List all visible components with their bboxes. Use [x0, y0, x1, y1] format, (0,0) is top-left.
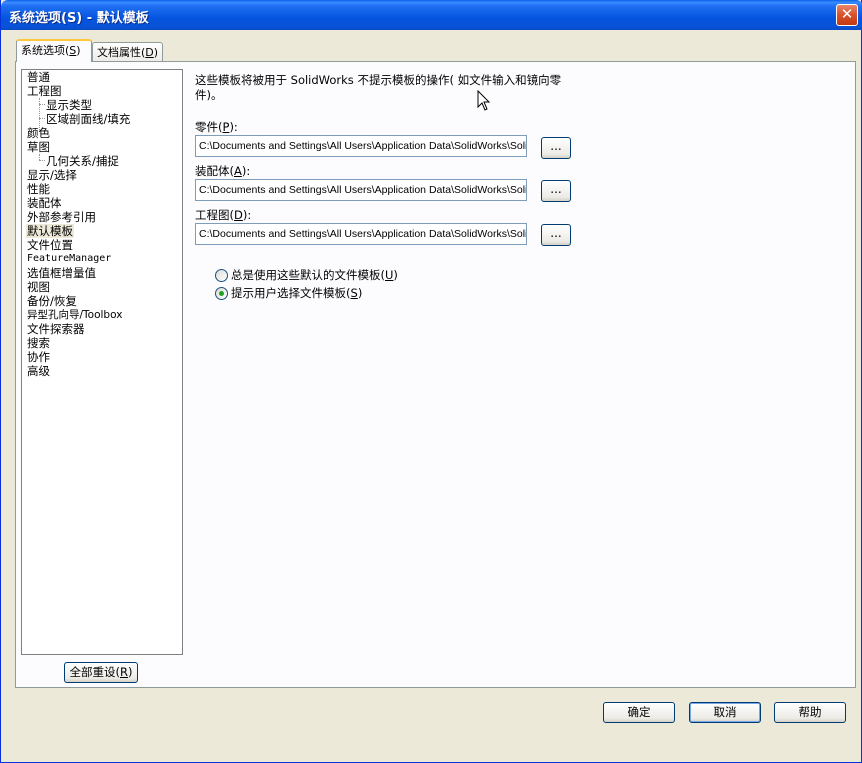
tree-item-display-selection[interactable]: 显示/选择 [27, 168, 77, 182]
always-use-defaults-radio[interactable] [215, 269, 228, 282]
tree-item-view[interactable]: 视图 [27, 280, 50, 294]
title-bar[interactable]: 系统选项(S) - 默认模板 ✕ [1, 0, 862, 30]
templates-description: 这些模板将被用于 SolidWorks 不提示模板的操作( 如文件输入和镜向零件… [195, 73, 562, 102]
prompt-user-option[interactable]: 提示用户选择文件模板(S) [215, 286, 362, 300]
tab-label: 系统选项( [21, 44, 70, 57]
tree-item-hole-wizard-toolbox[interactable]: 异型孔向导/Toolbox [27, 308, 122, 322]
tree-item-collaboration[interactable]: 协作 [27, 350, 50, 364]
part-template-input[interactable]: C:\Documents and Settings\All Users\Appl… [195, 135, 527, 157]
tree-item-featuremanager[interactable]: FeatureManager [27, 252, 111, 266]
tree-connector [39, 160, 45, 161]
radio-label: 提示用户选择文件模板( [231, 286, 351, 300]
radio-label: 总是使用这些默认的文件模板( [231, 268, 385, 282]
label-text: 工程图( [195, 208, 234, 222]
tree-item-default-templates[interactable]: 默认模板 [26, 224, 74, 238]
tab-label-end: ) [153, 46, 159, 59]
drawing-template-browse-button[interactable]: ... [541, 224, 571, 246]
tree-connector [39, 118, 45, 119]
label-text: 零件( [195, 120, 223, 134]
tree-item-performance[interactable]: 性能 [27, 182, 50, 196]
button-label: 全部重设( [69, 665, 121, 679]
tree-item-relations-snaps[interactable]: 几何关系/捕捉 [46, 154, 119, 168]
tree-item-search[interactable]: 搜索 [27, 336, 50, 350]
tree-item-spin-box-increments[interactable]: 选值框增量值 [27, 266, 96, 280]
reset-all-button[interactable]: 全部重设(R) [64, 662, 138, 683]
tree-item-area-hatch[interactable]: 区域剖面线/填充 [46, 112, 130, 126]
assembly-template-browse-button[interactable]: ... [541, 180, 571, 202]
part-template-browse-button[interactable]: ... [541, 137, 571, 159]
label-mnemonic: D [234, 208, 243, 222]
tree-connector [39, 104, 45, 105]
label-end: ): [229, 120, 238, 134]
tab-document-properties[interactable]: 文档属性(D) [92, 42, 163, 63]
button-mnemonic: R [120, 665, 128, 679]
radio-mnemonic: S [350, 286, 358, 300]
close-icon: ✕ [840, 5, 854, 23]
label-end: ): [242, 208, 252, 222]
radio-label-end: ) [393, 268, 398, 282]
assembly-template-input[interactable]: C:\Documents and Settings\All Users\Appl… [195, 179, 527, 201]
options-tree[interactable]: 普通 工程图 显示类型 区域剖面线/填充 颜色 草图 几何关系/捕捉 显示/选择… [21, 69, 183, 655]
tree-item-display-style[interactable]: 显示类型 [46, 98, 92, 112]
cancel-button[interactable]: 取消 [689, 702, 761, 723]
always-use-defaults-option[interactable]: 总是使用这些默认的文件模板(U) [215, 268, 398, 282]
drawing-template-label: 工程图(D): [195, 207, 251, 223]
tree-item-backup-recover[interactable]: 备份/恢复 [27, 294, 77, 308]
button-label-end: ) [128, 665, 133, 679]
part-template-label: 零件(P): [195, 119, 238, 135]
drawing-template-input[interactable]: C:\Documents and Settings\All Users\Appl… [195, 223, 527, 245]
options-dialog: 系统选项(S) - 默认模板 ✕ 系统选项(S) 文档属性(D) 普通 工程图 … [0, 0, 862, 763]
help-button[interactable]: 帮助 [774, 702, 846, 723]
tree-item-file-explorer[interactable]: 文件探索器 [27, 322, 85, 336]
tree-item-assemblies[interactable]: 装配体 [27, 196, 62, 210]
tab-mnemonic: D [145, 46, 154, 59]
tab-label-end: ) [76, 44, 81, 57]
tree-item-advanced[interactable]: 高级 [27, 364, 50, 378]
tab-system-options[interactable]: 系统选项(S) [16, 39, 92, 62]
assembly-template-label: 装配体(A): [195, 163, 250, 179]
label-text: 装配体( [195, 164, 234, 178]
tree-item-general[interactable]: 普通 [27, 70, 50, 84]
mouse-pointer-icon [477, 90, 491, 111]
tree-item-external-references[interactable]: 外部参考引用 [27, 210, 96, 224]
tree-item-drawings[interactable]: 工程图 [27, 84, 62, 98]
radio-label-end: ) [357, 286, 363, 300]
label-mnemonic: A [234, 164, 242, 178]
ok-button[interactable]: 确定 [603, 702, 675, 723]
tree-item-sketch[interactable]: 草图 [27, 140, 50, 154]
window-title: 系统选项(S) - 默认模板 [9, 11, 149, 26]
tree-item-colors[interactable]: 颜色 [27, 126, 50, 140]
prompt-user-radio[interactable] [215, 287, 228, 300]
close-button[interactable]: ✕ [836, 4, 858, 26]
tab-label: 文档属性( [97, 46, 146, 59]
label-end: ): [241, 164, 251, 178]
tree-item-file-locations[interactable]: 文件位置 [27, 238, 73, 252]
